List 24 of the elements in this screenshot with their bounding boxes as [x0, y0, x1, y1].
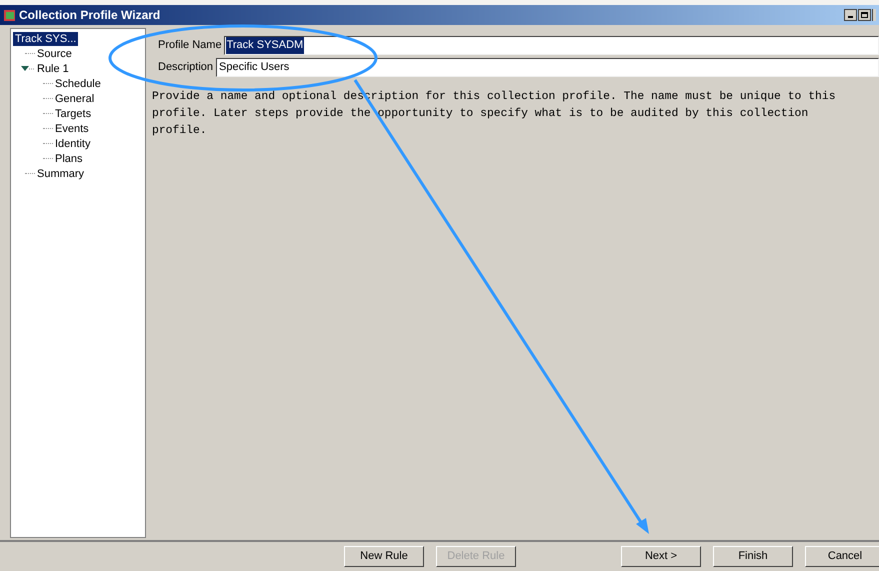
wizard-button[interactable]: New Rule — [344, 546, 424, 567]
tree-item[interactable]: General — [53, 92, 96, 106]
tree-item[interactable]: Events — [53, 122, 91, 136]
wizard-button[interactable]: Finish — [713, 546, 793, 567]
wizard-button[interactable]: Cancel — [805, 546, 879, 567]
text-field[interactable]: Specific Users — [216, 58, 879, 77]
tree-item[interactable]: Identity — [53, 136, 92, 150]
tree-item[interactable]: Track SYS... — [13, 32, 78, 46]
app-icon — [3, 8, 16, 22]
wizard-button[interactable]: Next > — [621, 546, 701, 567]
tree-item[interactable]: Summary — [35, 166, 86, 180]
field-label: Description — [158, 60, 214, 76]
tree-item[interactable]: Targets — [53, 106, 94, 120]
tree-item[interactable]: Rule 1 — [35, 62, 71, 76]
close-button[interactable] — [872, 9, 876, 21]
maximize-button[interactable] — [858, 9, 871, 21]
expand-triangle-icon[interactable] — [21, 64, 35, 72]
tree-item[interactable]: Schedule — [53, 76, 103, 90]
tree-item[interactable]: Source — [35, 46, 74, 60]
window-title: Collection Profile Wizard — [19, 7, 160, 24]
minimize-button[interactable] — [844, 9, 857, 21]
tree-item[interactable]: Plans — [53, 152, 85, 166]
text-field[interactable]: Track SYSADM — [224, 36, 879, 55]
field-label: Profile Name — [158, 38, 223, 54]
